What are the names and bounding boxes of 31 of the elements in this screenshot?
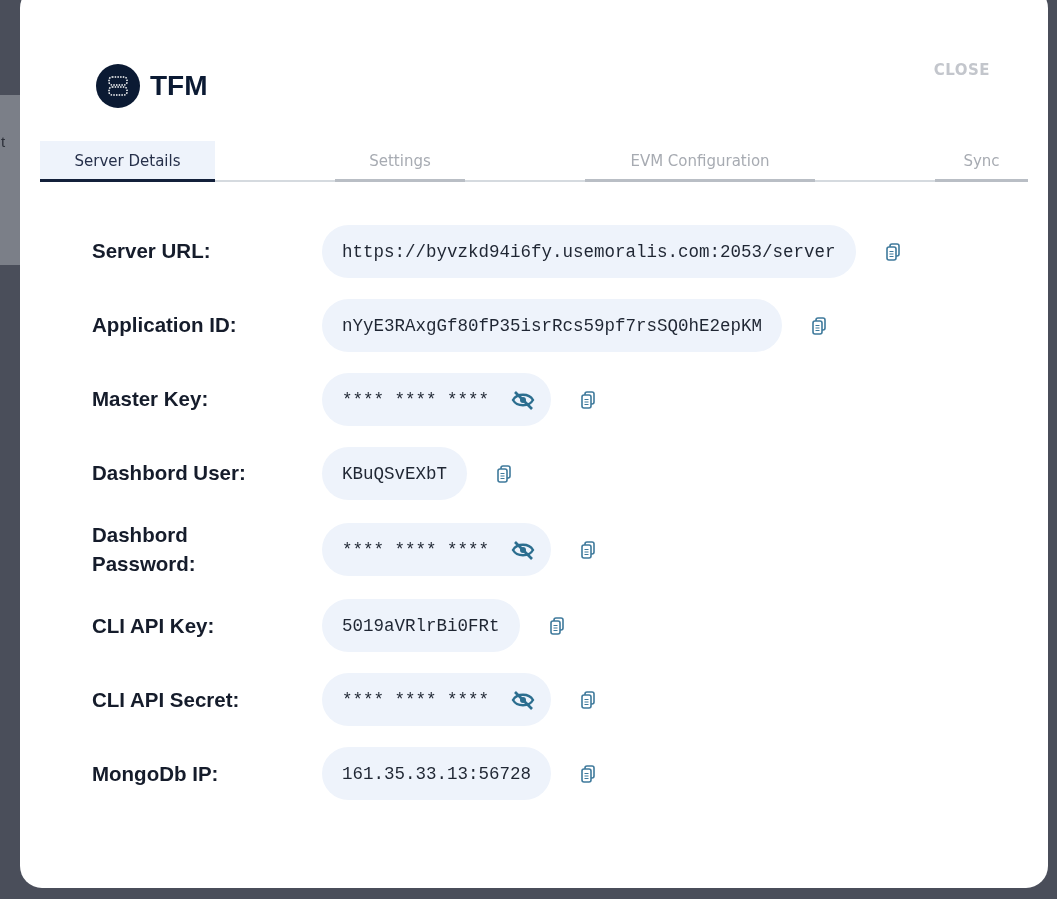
value-field[interactable]: nYyE3RAxgGf80fP35isrRcs59pf7rsSQ0hE2epKM xyxy=(322,299,783,352)
secret-field[interactable]: **** **** **** xyxy=(322,673,552,727)
field-label: Application ID: xyxy=(92,312,237,339)
value-field[interactable]: 161.35.33.13:56728 xyxy=(322,747,552,801)
field-label: CLI API Secret: xyxy=(92,686,240,713)
copy-icon[interactable] xyxy=(549,616,564,635)
server-logo-icon xyxy=(96,64,140,108)
value-field[interactable]: https://byvzkd94i6fy.usemoralis.com:2053/server xyxy=(322,225,856,278)
backdrop-text: t xyxy=(1,133,6,150)
copy-icon[interactable] xyxy=(581,764,596,783)
app-title: TFM xyxy=(150,70,208,102)
copy-icon[interactable] xyxy=(497,464,512,483)
eye-off-icon[interactable] xyxy=(511,389,536,410)
secret-field[interactable]: **** **** **** xyxy=(322,523,552,577)
copy-icon[interactable] xyxy=(581,390,596,409)
field-label: Server URL: xyxy=(92,238,211,265)
field-label: CLI API Key: xyxy=(92,612,215,639)
field-label: Dashbord Password: xyxy=(92,522,197,577)
field-label: Master Key: xyxy=(92,386,209,413)
copy-icon[interactable] xyxy=(581,690,596,709)
copy-icon[interactable] xyxy=(885,242,900,261)
eye-off-icon[interactable] xyxy=(511,689,536,710)
copy-icon[interactable] xyxy=(812,316,827,335)
value-field[interactable]: 5019aVRlrBi0FRt xyxy=(322,599,520,653)
tab[interactable]: Server Details xyxy=(40,141,215,182)
copy-icon[interactable] xyxy=(581,540,596,559)
field-label: Dashbord User: xyxy=(92,460,246,487)
eye-off-icon[interactable] xyxy=(511,539,536,560)
secret-field[interactable]: **** **** **** xyxy=(322,373,552,426)
value-field[interactable]: KBuQSvEXbT xyxy=(322,447,468,500)
field-label: MongoDb IP: xyxy=(92,760,219,787)
